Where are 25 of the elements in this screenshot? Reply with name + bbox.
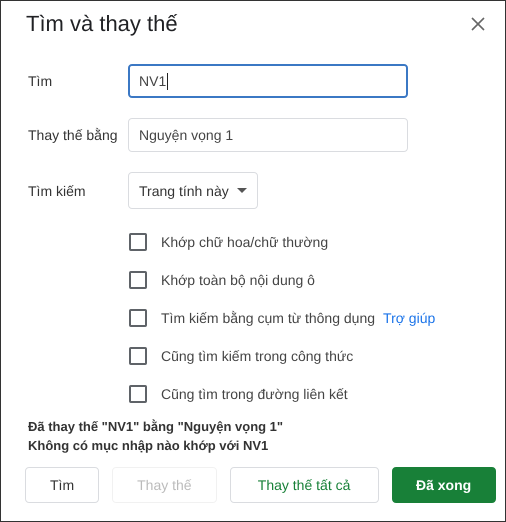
option-label: Cũng tìm kiếm trong công thức (161, 348, 354, 364)
action-button[interactable]: Thay thế tất cả (230, 467, 379, 503)
checkbox[interactable] (129, 232, 147, 250)
field-label: Tìm kiếm (28, 182, 87, 198)
close-icon[interactable] (471, 17, 485, 31)
action-button[interactable]: Tìm (25, 467, 100, 503)
option-label: Cũng tìm trong đường liên kết (161, 386, 348, 402)
input-field[interactable]: Nguyện vọng 1 (128, 118, 408, 152)
checkbox[interactable] (129, 384, 147, 402)
option-label: Khớp chữ hoa/chữ thường (161, 234, 328, 250)
checkbox[interactable] (129, 308, 147, 326)
action-button[interactable]: Đã xong (392, 467, 496, 503)
scope-dropdown[interactable]: Trang tính này (128, 172, 258, 209)
option-label: Tìm kiếm bằng cụm từ thông dụng (161, 310, 376, 326)
help-link[interactable]: Trợ giúp (383, 310, 436, 326)
input-field[interactable]: NV1 (128, 64, 408, 98)
field-label: Tìm (28, 73, 54, 89)
status-message: Đã thay thế "NV1" bằng "Nguyện vọng 1" (28, 419, 284, 434)
status-message: Không có mục nhập nào khớp với NV1 (28, 438, 270, 453)
checkbox[interactable] (129, 270, 147, 288)
caret-icon (236, 188, 247, 193)
dialog-title: Tìm và thay thế (26, 11, 178, 37)
field-label: Thay thế bằng (28, 127, 119, 143)
checkbox[interactable] (129, 346, 147, 364)
option-label: Khớp toàn bộ nội dung ô (161, 272, 315, 288)
